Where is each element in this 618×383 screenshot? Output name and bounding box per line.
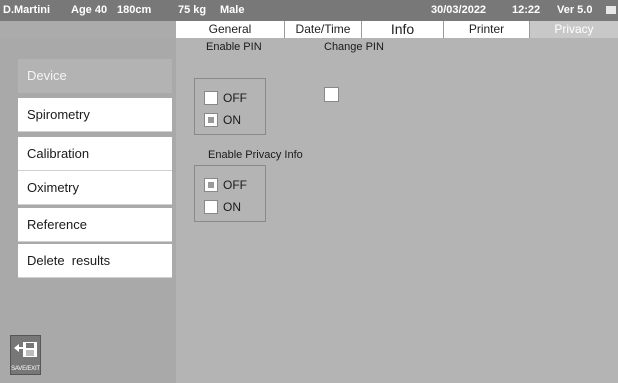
save-exit-button[interactable]: SAVE/EXIT: [10, 335, 41, 375]
enable-privacy-info-group: OFF ON: [194, 165, 266, 222]
enable-pin-on-checkbox[interactable]: [204, 113, 218, 127]
sidebar: Device Spirometry Calibration Oximetry R…: [0, 38, 176, 383]
status-bar: D.Martini Age 40 180cm 75 kg Male 30/03/…: [0, 0, 618, 21]
sidebar-item-device[interactable]: Device: [18, 59, 172, 93]
save-exit-label: SAVE/EXIT: [11, 366, 40, 372]
enable-pin-group: OFF ON: [194, 78, 266, 135]
version-label: Ver 5.0: [557, 4, 593, 16]
sidebar-item-oximetry[interactable]: Oximetry: [18, 171, 172, 205]
sidebar-item-spirometry[interactable]: Spirometry: [18, 98, 172, 132]
sidebar-item-calibration[interactable]: Calibration: [18, 137, 172, 171]
privacy-info-on-label: ON: [223, 200, 241, 214]
privacy-info-off-label: OFF: [223, 178, 247, 192]
privacy-info-off-checkbox[interactable]: [204, 178, 218, 192]
patient-age: Age 40: [71, 4, 108, 16]
patient-name: D.Martini: [3, 4, 51, 16]
settings-tabs: General Date/Time Info Printer Privacy: [176, 21, 618, 38]
enable-pin-off-label: OFF: [223, 91, 247, 105]
enable-pin-on-label: ON: [223, 113, 241, 127]
privacy-panel: Enable PIN Change PIN OFF ON Enable Priv…: [176, 38, 618, 383]
patient-sex: Male: [220, 4, 245, 16]
privacy-info-on-checkbox[interactable]: [204, 200, 218, 214]
tab-date-time[interactable]: Date/Time: [285, 21, 362, 38]
sidebar-item-delete-results[interactable]: Delete results: [18, 244, 172, 278]
save-exit-icon: [14, 342, 37, 357]
enable-pin-off-checkbox[interactable]: [204, 91, 218, 105]
change-pin-title: Change PIN: [324, 41, 384, 53]
patient-height: 180cm: [117, 4, 152, 16]
current-time: 12:22: [512, 4, 541, 16]
battery-icon: [606, 6, 616, 14]
tab-printer[interactable]: Printer: [444, 21, 530, 38]
tab-general[interactable]: General: [176, 21, 285, 38]
change-pin-checkbox[interactable]: [324, 87, 339, 102]
tab-privacy[interactable]: Privacy: [530, 21, 618, 38]
enable-privacy-info-title: Enable Privacy Info: [208, 149, 303, 161]
patient-weight: 75 kg: [178, 4, 207, 16]
tab-bar-spacer: [0, 21, 176, 38]
current-date: 30/03/2022: [431, 4, 487, 16]
enable-pin-title: Enable PIN: [206, 41, 262, 53]
sidebar-item-reference[interactable]: Reference: [18, 208, 172, 242]
tab-info[interactable]: Info: [362, 21, 444, 38]
